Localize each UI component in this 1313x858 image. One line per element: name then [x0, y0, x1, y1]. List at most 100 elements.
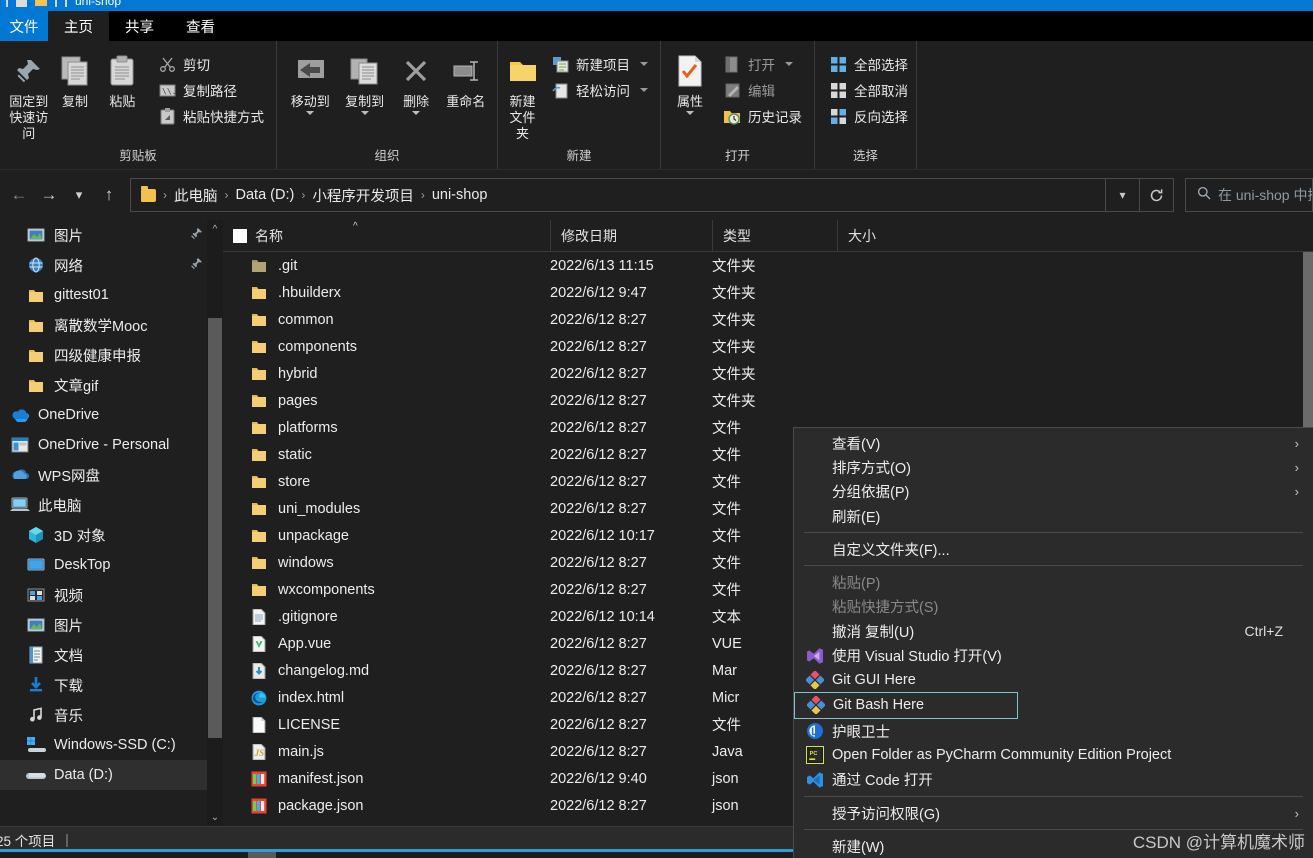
easy-access-button[interactable]: 轻松访问: [545, 77, 654, 103]
delete-caret-icon[interactable]: [412, 111, 421, 115]
sidebar-item-16[interactable]: 音乐: [0, 700, 207, 730]
move-to-button[interactable]: 移动到: [283, 47, 337, 115]
menu-item-12[interactable]: Git Bash Here: [794, 691, 1018, 719]
menu-item-17[interactable]: 授予访问权限(G) ›: [794, 801, 1313, 825]
edit-button[interactable]: 编辑: [717, 77, 808, 103]
select-all-checkbox[interactable]: [233, 228, 247, 243]
breadcrumb-sep-2[interactable]: ›: [298, 188, 308, 202]
sidebar-item-6[interactable]: OneDrive: [0, 400, 207, 430]
json-file-icon: [251, 798, 267, 814]
invert-selection-button[interactable]: 反向选择: [823, 103, 914, 129]
menu-item-5[interactable]: 自定义文件夹(F)...: [794, 537, 1313, 561]
move-to-caret-icon[interactable]: [306, 111, 315, 115]
sidebar-item-10[interactable]: 3D 对象: [0, 520, 207, 550]
up-button[interactable]: ↑: [94, 180, 124, 210]
easy-access-caret-icon[interactable]: [640, 88, 648, 92]
sidebar-item-4[interactable]: 四级健康申报: [0, 340, 207, 370]
history-button[interactable]: 历史记录: [717, 103, 808, 129]
select-none-button[interactable]: 全部取消: [823, 77, 914, 103]
new-item-button[interactable]: 新建项目: [545, 51, 654, 77]
tab-share[interactable]: 共享: [109, 11, 170, 41]
sidebar-item-11[interactable]: DeskTop: [0, 550, 207, 580]
breadcrumb[interactable]: › 此电脑 › Data (D:) › 小程序开发项目 › uni-shop: [130, 178, 1106, 212]
open-caret-icon[interactable]: [785, 62, 793, 66]
column-header-size[interactable]: 大小: [837, 220, 927, 252]
menu-item-9[interactable]: 撤消 复制(U) Ctrl+Z: [794, 619, 1313, 643]
table-row[interactable]: .hbuilderx 2022/6/12 9:47 文件夹: [223, 279, 1313, 306]
breadcrumb-item-3[interactable]: uni-shop: [428, 187, 492, 203]
sidebar-item-12[interactable]: 视频: [0, 580, 207, 610]
open-button[interactable]: 打开: [717, 51, 808, 77]
refresh-button[interactable]: [1140, 178, 1174, 212]
table-row[interactable]: hybrid 2022/6/12 8:27 文件夹: [223, 360, 1313, 387]
file-date: 2022/6/12 8:27: [550, 473, 647, 490]
pin-icon[interactable]: [190, 227, 203, 243]
forward-button[interactable]: →: [34, 180, 64, 210]
nav-scroll-thumb[interactable]: [208, 318, 222, 738]
paste-shortcut-button[interactable]: 粘贴快捷方式: [152, 103, 270, 129]
sidebar-item-15[interactable]: 下载: [0, 670, 207, 700]
pin-icon[interactable]: [190, 257, 203, 273]
menu-item-13[interactable]: 护眼卫士: [794, 719, 1313, 743]
sidebar-item-1[interactable]: 网络: [0, 250, 207, 280]
back-button[interactable]: ←: [4, 180, 34, 210]
properties-caret-icon[interactable]: [686, 111, 694, 115]
breadcrumb-sep-1[interactable]: ›: [222, 188, 232, 202]
table-row[interactable]: pages 2022/6/12 8:27 文件夹: [223, 387, 1313, 414]
column-header-name[interactable]: ^ 名称: [223, 220, 550, 252]
menu-item-11[interactable]: Git GUI Here: [794, 668, 1313, 692]
table-row[interactable]: .git 2022/6/13 11:15 文件夹: [223, 252, 1313, 279]
tab-view[interactable]: 查看: [170, 11, 231, 41]
new-folder-button[interactable]: 新建 文件夹: [504, 47, 541, 142]
menu-item-14[interactable]: PC Open Folder as PyCharm Community Editi…: [794, 743, 1313, 767]
sidebar-item-label: 视频: [54, 588, 83, 605]
sidebar-item-17[interactable]: Windows-SSD (C:): [0, 730, 207, 760]
copy-path-button[interactable]: \\.. 复制路径: [152, 77, 270, 103]
sidebar-item-9[interactable]: 此电脑: [0, 490, 207, 520]
rename-button[interactable]: 重命名: [440, 47, 491, 109]
table-row[interactable]: components 2022/6/12 8:27 文件夹: [223, 333, 1313, 360]
paste-button[interactable]: 粘贴: [99, 47, 146, 109]
menu-item-1[interactable]: 排序方式(O) ›: [794, 455, 1313, 479]
sidebar-item-14[interactable]: 文档: [0, 640, 207, 670]
menu-item-0[interactable]: 查看(V) ›: [794, 431, 1313, 455]
menu-item-3[interactable]: 刷新(E): [794, 504, 1313, 528]
new-item-caret-icon[interactable]: [640, 62, 648, 66]
breadcrumb-item-1[interactable]: Data (D:): [232, 187, 299, 203]
sidebar-item-3[interactable]: 离散数学Mooc: [0, 310, 207, 340]
breadcrumb-item-2[interactable]: 小程序开发项目: [308, 185, 418, 206]
nav-scrollbar[interactable]: ^ ⌄: [207, 220, 223, 826]
sidebar-item-0[interactable]: 图片: [0, 220, 207, 250]
sidebar-item-8[interactable]: WPS网盘: [0, 460, 207, 490]
breadcrumb-sep-0[interactable]: ›: [160, 188, 170, 202]
delete-button[interactable]: 删除: [392, 47, 441, 115]
sidebar-item-18[interactable]: Data (D:): [0, 760, 207, 790]
sidebar-item-13[interactable]: 图片: [0, 610, 207, 640]
copy-button[interactable]: 复制: [51, 47, 98, 109]
breadcrumb-item-0[interactable]: 此电脑: [170, 185, 222, 206]
copy-to-button[interactable]: 复制到: [337, 47, 391, 115]
column-header-type[interactable]: 类型: [712, 220, 837, 252]
horizontal-scroll-thumb[interactable]: [248, 852, 276, 858]
sidebar-item-7[interactable]: OneDrive - Personal: [0, 430, 207, 460]
copy-to-caret-icon[interactable]: [360, 111, 369, 115]
sidebar-item-2[interactable]: gittest01: [0, 280, 207, 310]
search-input[interactable]: 在 uni-shop 中搜索: [1185, 178, 1313, 212]
table-row[interactable]: common 2022/6/12 8:27 文件夹: [223, 306, 1313, 333]
properties-button[interactable]: 属性: [667, 47, 713, 115]
nav-scroll-down-icon[interactable]: ⌄: [207, 808, 223, 826]
menu-item-10[interactable]: 使用 Visual Studio 打开(V): [794, 643, 1313, 667]
pin-to-quick-access-button[interactable]: 固定到 快速访问: [6, 47, 51, 142]
recent-locations-button[interactable]: ▾: [64, 180, 94, 210]
select-all-button[interactable]: 全部选择: [823, 51, 914, 77]
breadcrumb-sep-3[interactable]: ›: [418, 188, 428, 202]
address-dropdown-button[interactable]: ▾: [1106, 178, 1140, 212]
menu-item-15[interactable]: 通过 Code 打开: [794, 768, 1313, 792]
column-header-date[interactable]: 修改日期: [550, 220, 712, 252]
tab-file[interactable]: 文件: [0, 11, 48, 41]
menu-item-2[interactable]: 分组依据(P) ›: [794, 480, 1313, 504]
sidebar-item-5[interactable]: 文章gif: [0, 370, 207, 400]
tab-home[interactable]: 主页: [48, 11, 109, 41]
nav-scroll-up-icon[interactable]: ^: [207, 220, 223, 238]
cut-button[interactable]: 剪切: [152, 51, 270, 77]
